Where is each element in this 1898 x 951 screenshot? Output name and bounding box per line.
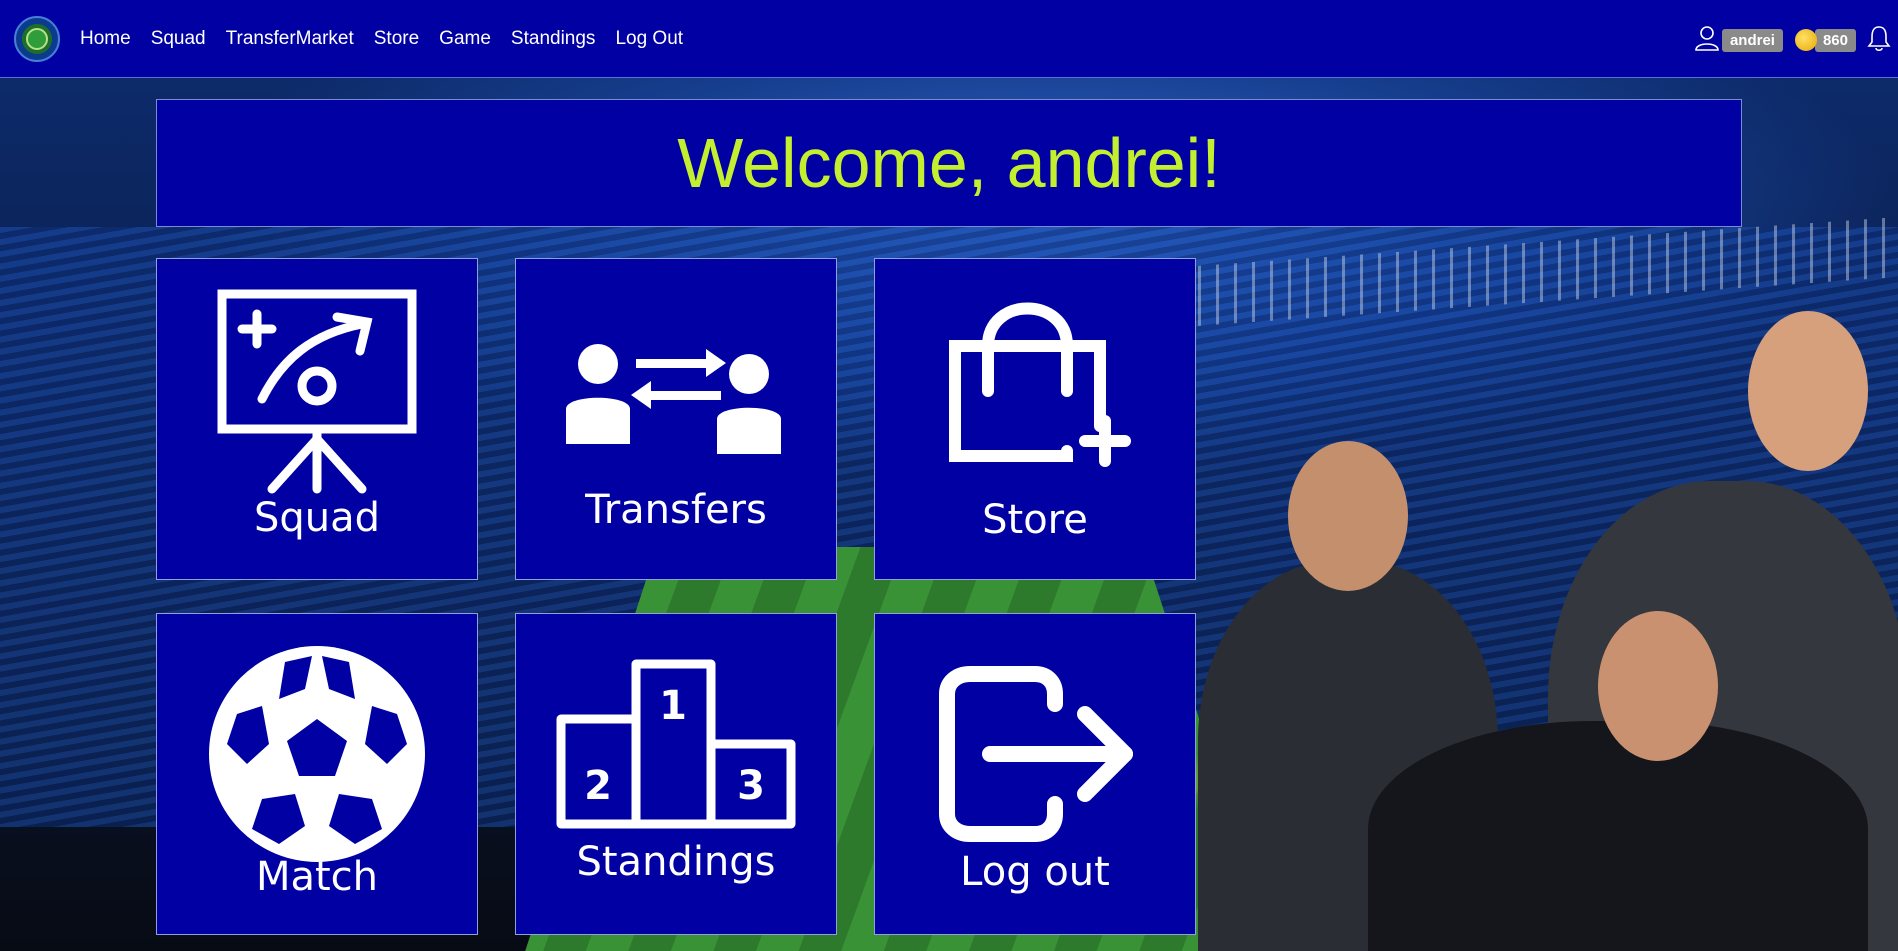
- nav-link-squad[interactable]: Squad: [151, 28, 206, 50]
- podium-third: 3: [737, 763, 765, 809]
- tactics-board-icon: [217, 289, 417, 494]
- logout-tile[interactable]: Log out: [874, 613, 1196, 935]
- squad-tile-label: Squad: [253, 495, 381, 541]
- nav-user-area: andrei 860: [1694, 24, 1892, 56]
- podium-second: 2: [584, 763, 612, 809]
- username-badge[interactable]: andrei: [1721, 28, 1783, 52]
- soccer-ball-icon: [209, 646, 425, 862]
- podium-first: 1: [659, 683, 687, 729]
- navbar: Home Squad TransferMarket Store Game Sta…: [0, 0, 1898, 78]
- match-tile[interactable]: Match: [156, 613, 478, 935]
- squad-tile[interactable]: Squad: [156, 258, 478, 580]
- transfers-tile-label: Transfers: [585, 487, 767, 533]
- nav-link-home[interactable]: Home: [80, 28, 131, 50]
- store-tile-label: Store: [982, 497, 1088, 543]
- user-icon[interactable]: [1694, 25, 1720, 55]
- nav-link-store[interactable]: Store: [374, 28, 419, 50]
- welcome-text: Welcome, andrei!: [677, 124, 1221, 202]
- nav-link-transfermarket[interactable]: TransferMarket: [226, 28, 354, 50]
- nav-links: Home Squad TransferMarket Store Game Sta…: [80, 28, 703, 50]
- podium-icon: 1 2 3: [556, 659, 796, 829]
- nav-link-game[interactable]: Game: [439, 28, 491, 50]
- match-tile-label: Match: [255, 854, 379, 900]
- logout-icon: [939, 666, 1133, 842]
- welcome-banner: Welcome, andrei!: [156, 99, 1742, 227]
- bell-icon[interactable]: [1866, 24, 1892, 56]
- transfer-icon: [566, 344, 781, 454]
- standings-tile-label: Standings: [576, 839, 776, 885]
- standings-tile[interactable]: 1 2 3 Standings: [515, 613, 837, 935]
- nav-link-standings[interactable]: Standings: [511, 28, 596, 50]
- nav-link-logout[interactable]: Log Out: [615, 28, 683, 50]
- coins-badge: 860: [1814, 28, 1856, 52]
- coaches-photo: [1178, 311, 1898, 951]
- coin-icon: [1794, 29, 1817, 51]
- transfers-tile[interactable]: Transfers: [515, 258, 837, 580]
- shopping-bag-plus-icon: [949, 302, 1131, 467]
- logo-icon[interactable]: [14, 15, 60, 62]
- logout-tile-label: Log out: [960, 849, 1110, 895]
- store-tile[interactable]: Store: [874, 258, 1196, 580]
